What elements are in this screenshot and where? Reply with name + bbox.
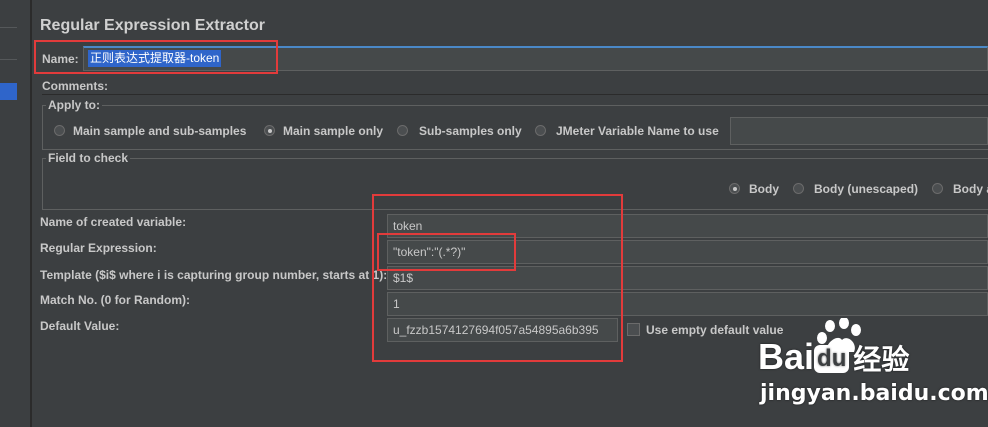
match-no-label: Match No. (0 for Random):: [40, 293, 190, 307]
radio-main-only[interactable]: [264, 125, 275, 136]
radio-body-label[interactable]: Body: [749, 182, 779, 196]
use-empty-default-checkbox[interactable]: [627, 323, 640, 336]
field-to-check-legend: Field to check: [46, 151, 131, 165]
variable-name-label: Name of created variable:: [40, 215, 187, 229]
baidu-logo: Bai du 经验: [758, 336, 910, 377]
highlight-name-box: [34, 40, 278, 74]
radio-jmeter-variable-label[interactable]: JMeter Variable Name to use: [556, 124, 719, 138]
default-value-label: Default Value:: [40, 319, 120, 333]
radio-body-as-label[interactable]: Body a: [953, 182, 988, 196]
use-empty-default-label[interactable]: Use empty default value: [646, 323, 783, 337]
highlight-regex-box: [377, 233, 516, 271]
jmeter-variable-input[interactable]: [730, 117, 988, 145]
radio-main-and-sub-label[interactable]: Main sample and sub-samples: [73, 124, 246, 138]
tree-pane: [0, 0, 31, 427]
tree-divider: [0, 27, 17, 28]
highlight-fields-box: [372, 194, 623, 362]
baidu-jingyan-url: jingyan.baidu.com: [760, 381, 988, 406]
radio-sub-only[interactable]: [397, 125, 408, 136]
tree-selected-node[interactable]: [0, 83, 17, 100]
radio-body-unescaped[interactable]: [793, 183, 804, 194]
comments-divider: [42, 94, 988, 95]
regex-label: Regular Expression:: [40, 241, 157, 255]
panel-title: Regular Expression Extractor: [40, 17, 265, 34]
comments-label: Comments:: [42, 79, 109, 93]
radio-jmeter-variable[interactable]: [535, 125, 546, 136]
radio-body-as[interactable]: [932, 183, 943, 194]
apply-to-legend: Apply to:: [46, 98, 102, 112]
tree-divider: [0, 59, 17, 60]
radio-body-unescaped-label[interactable]: Body (unescaped): [814, 182, 918, 196]
radio-body[interactable]: [729, 183, 740, 194]
panel-divider: [31, 0, 32, 427]
radio-main-and-sub[interactable]: [54, 125, 65, 136]
template-label: Template ($i$ where i is capturing group…: [40, 268, 386, 282]
radio-main-only-label[interactable]: Main sample only: [283, 124, 383, 138]
radio-sub-only-label[interactable]: Sub-samples only: [419, 124, 522, 138]
